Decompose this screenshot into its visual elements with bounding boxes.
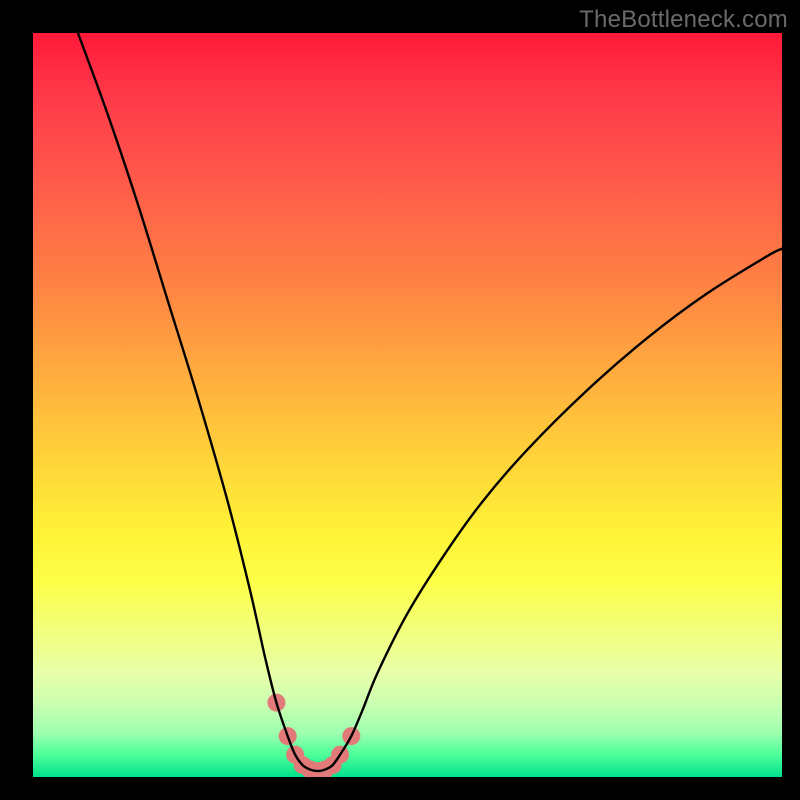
plot-area [33, 33, 782, 777]
bottleneck-curve [78, 33, 782, 771]
watermark-text: TheBottleneck.com [579, 6, 788, 34]
chart-svg [33, 33, 782, 777]
chart-stage: TheBottleneck.com [0, 0, 800, 800]
trough-markers [267, 694, 360, 777]
